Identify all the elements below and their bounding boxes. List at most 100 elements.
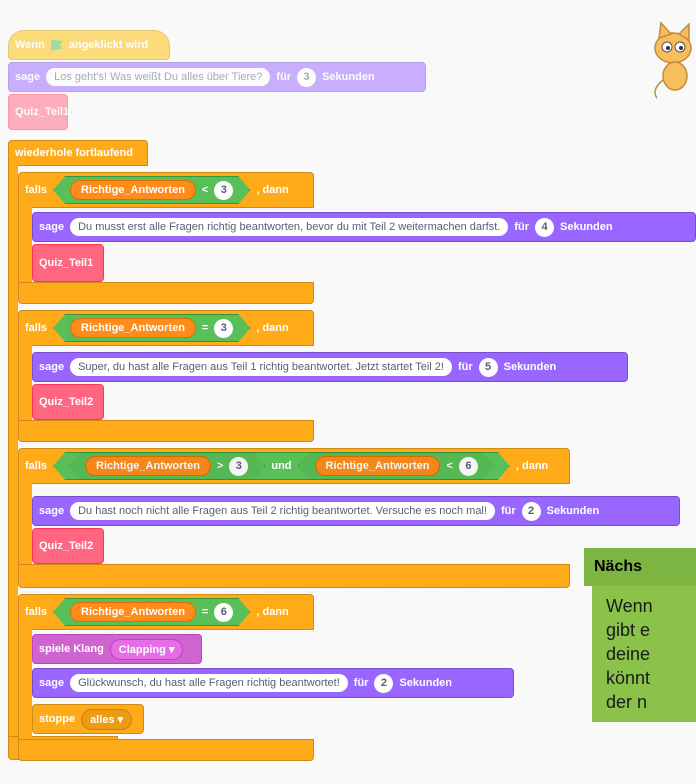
panel-line: der n [606, 692, 648, 712]
if-block-4[interactable]: falls Richtige_Antworten = 6 , dann [18, 594, 314, 630]
if-bottom-4 [18, 739, 314, 761]
quiz-call-block-1[interactable]: Quiz_Teil1 [32, 244, 104, 282]
compare-value-input[interactable]: 6 [214, 603, 233, 622]
if-arm-3 [18, 483, 32, 564]
if-label: falls [25, 322, 48, 334]
compare-value-input[interactable]: 3 [229, 457, 248, 476]
equals-operator[interactable]: Richtige_Antworten = 3 [53, 314, 250, 342]
caret-down-icon: ▾ [168, 643, 175, 656]
operator-symbol: = [201, 322, 209, 334]
then-label: , dann [256, 184, 289, 196]
if-label: falls [25, 460, 48, 472]
for-label: für [457, 361, 473, 373]
panel-line: Wenn [606, 596, 653, 616]
and-label: und [271, 460, 292, 472]
variable-richtige-antworten[interactable]: Richtige_Antworten [70, 602, 196, 622]
compare-value-input[interactable]: 6 [459, 457, 478, 476]
forever-block[interactable]: wiederhole fortlaufend [8, 140, 148, 166]
less-than-operator[interactable]: Richtige_Antworten < 3 [53, 176, 250, 204]
forever-arm [8, 165, 18, 736]
say-block-4[interactable]: sage Glückwunsch, du hast alle Fragen ri… [32, 668, 514, 698]
play-sound-block[interactable]: spiele Klang Clapping ▾ [32, 634, 202, 664]
panel-body: Wenn gibt e deine könnt der n [592, 586, 696, 722]
if-label: falls [25, 184, 48, 196]
intro-quiz-call-block[interactable]: Quiz_Teil1 [8, 94, 69, 130]
variable-richtige-antworten[interactable]: Richtige_Antworten [85, 456, 211, 476]
when-label: Wenn [15, 39, 45, 51]
seconds-input[interactable]: 3 [297, 67, 317, 87]
if-block-1[interactable]: falls Richtige_Antworten < 3 , dann [18, 172, 314, 208]
and-operator[interactable]: Richtige_Antworten > 3 und Richtige_Antw… [53, 452, 510, 480]
intro-say-block[interactable]: sage Los geht's! Was weißt Du alles über… [8, 62, 426, 92]
quiz-call-block-3[interactable]: Quiz_Teil2 [32, 528, 104, 564]
call-label: Quiz_Teil1 [39, 257, 94, 269]
panel-title: Nächs [584, 548, 696, 586]
if-label: falls [25, 606, 48, 618]
stop-block[interactable]: stoppe alles ▾ [32, 704, 144, 734]
play-sound-label: spiele Klang [39, 643, 104, 655]
seconds-label: Sekunden [399, 677, 453, 689]
operator-symbol: = [201, 606, 209, 618]
say-label: sage [39, 677, 65, 689]
operator-symbol: < [201, 184, 209, 196]
seconds-label: Sekunden [560, 221, 613, 233]
operator-symbol: > [216, 460, 224, 472]
stop-dropdown[interactable]: alles ▾ [81, 708, 133, 730]
variable-richtige-antworten[interactable]: Richtige_Antworten [70, 180, 196, 200]
greater-than-operator[interactable]: Richtige_Antworten > 3 [68, 452, 265, 480]
if-bottom-3 [18, 564, 570, 588]
compare-value-input[interactable]: 3 [214, 181, 233, 200]
say-label: sage [39, 505, 65, 517]
seconds-input[interactable]: 5 [478, 357, 498, 377]
seconds-label: Sekunden [503, 361, 557, 373]
say-text-input[interactable]: Los geht's! Was weißt Du alles über Tier… [46, 68, 271, 86]
for-label: für [514, 221, 530, 233]
panel-line: gibt e [606, 620, 651, 640]
cat-sprite-icon[interactable] [643, 20, 696, 100]
say-text-input[interactable]: Du musst erst alle Fragen richtig beantw… [70, 218, 509, 236]
if-block-3[interactable]: falls Richtige_Antworten > 3 und Richtig… [18, 448, 570, 484]
stop-label: stoppe [39, 713, 76, 725]
then-label: , dann [256, 606, 289, 618]
seconds-input[interactable]: 4 [535, 217, 555, 237]
panel-line: deine [606, 644, 651, 664]
if-arm-4 [18, 629, 32, 739]
say-text-input[interactable]: Du hast noch nicht alle Fragen aus Teil … [70, 502, 495, 520]
clicked-label: angeklickt wird [68, 39, 149, 51]
then-label: , dann [515, 460, 549, 472]
when-flag-clicked-block[interactable]: Wenn angeklickt wird [8, 30, 170, 60]
quiz-call-block-2[interactable]: Quiz_Teil2 [32, 384, 104, 420]
say-text-input[interactable]: Super, du hast alle Fragen aus Teil 1 ri… [70, 358, 452, 376]
say-block-2[interactable]: sage Super, du hast alle Fragen aus Teil… [32, 352, 628, 382]
seconds-label: Sekunden [322, 71, 375, 83]
less-than-operator[interactable]: Richtige_Antworten < 6 [298, 452, 495, 480]
caret-down-icon: ▾ [117, 713, 124, 726]
seconds-input[interactable]: 2 [521, 501, 541, 521]
compare-value-input[interactable]: 3 [214, 319, 233, 338]
sound-dropdown[interactable]: Clapping ▾ [109, 638, 184, 660]
say-text-input[interactable]: Glückwunsch, du hast alle Fragen richtig… [70, 674, 348, 692]
forever-label: wiederhole fortlaufend [15, 147, 133, 159]
if-block-2[interactable]: falls Richtige_Antworten = 3 , dann [18, 310, 314, 346]
seconds-input[interactable]: 2 [374, 673, 394, 693]
if-arm-2 [18, 345, 32, 420]
panel-line: könnt [606, 668, 651, 688]
for-label: für [500, 505, 516, 517]
seconds-label: Sekunden [546, 505, 600, 517]
sound-value: Clapping [118, 643, 166, 656]
for-label: für [276, 71, 292, 83]
say-block-1[interactable]: sage Du musst erst alle Fragen richtig b… [32, 212, 696, 242]
call-label: Quiz_Teil2 [39, 540, 94, 552]
say-label: sage [15, 71, 41, 83]
if-bottom-1 [18, 282, 314, 304]
for-label: für [353, 677, 369, 689]
variable-richtige-antworten[interactable]: Richtige_Antworten [315, 456, 441, 476]
operator-symbol: < [446, 460, 453, 472]
say-label: sage [39, 221, 65, 233]
say-label: sage [39, 361, 65, 373]
if-arm-1 [18, 207, 32, 282]
say-block-3[interactable]: sage Du hast noch nicht alle Fragen aus … [32, 496, 680, 526]
equals-operator[interactable]: Richtige_Antworten = 6 [53, 598, 250, 626]
variable-richtige-antworten[interactable]: Richtige_Antworten [70, 318, 196, 338]
green-flag-icon [50, 39, 63, 51]
